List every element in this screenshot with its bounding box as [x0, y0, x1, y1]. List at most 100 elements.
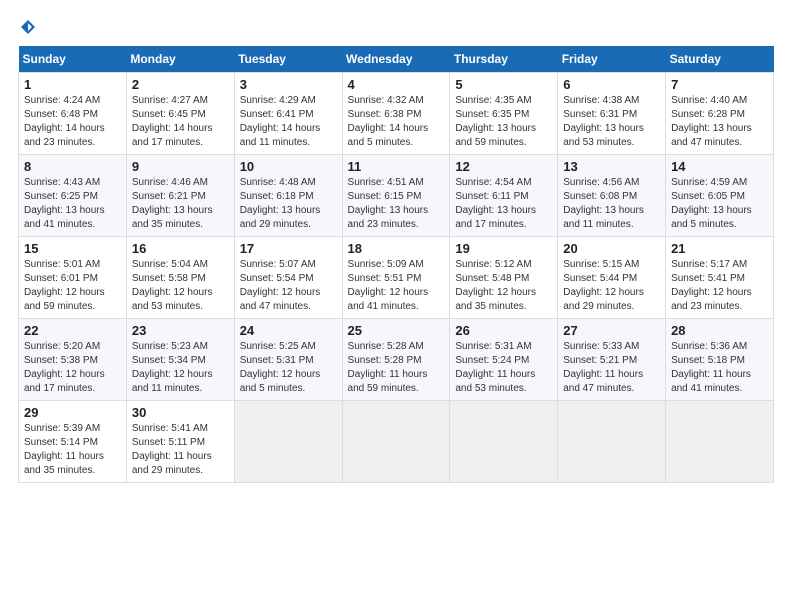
day-number: 19: [455, 241, 552, 256]
calendar-table: Sunday Monday Tuesday Wednesday Thursday…: [18, 46, 774, 483]
day-detail: Sunrise: 4:46 AM Sunset: 6:21 PM Dayligh…: [132, 176, 229, 232]
day-cell-2: 2 Sunrise: 4:27 AM Sunset: 6:45 PM Daylig…: [126, 73, 234, 155]
day-number: 24: [240, 323, 337, 338]
header: [18, 18, 774, 36]
day-detail: Sunrise: 5:23 AM Sunset: 5:34 PM Dayligh…: [132, 340, 229, 396]
day-detail: Sunrise: 5:07 AM Sunset: 5:54 PM Dayligh…: [240, 258, 337, 314]
day-number: 18: [348, 241, 445, 256]
day-detail: Sunrise: 4:32 AM Sunset: 6:38 PM Dayligh…: [348, 94, 445, 150]
day-number: 4: [348, 77, 445, 92]
day-detail: Sunrise: 4:43 AM Sunset: 6:25 PM Dayligh…: [24, 176, 121, 232]
day-number: 5: [455, 77, 552, 92]
day-number: 13: [563, 159, 660, 174]
day-cell-14: 14 Sunrise: 4:59 AM Sunset: 6:05 PM Dayli…: [666, 155, 774, 237]
logo-text: [18, 18, 38, 36]
day-cell-12: 12 Sunrise: 4:54 AM Sunset: 6:11 PM Dayli…: [450, 155, 558, 237]
calendar-row-3: 22Sunrise: 5:20 AM Sunset: 5:38 PM Dayli…: [19, 319, 774, 401]
page: Sunday Monday Tuesday Wednesday Thursday…: [0, 0, 792, 612]
logo: [18, 18, 38, 36]
day-detail: Sunrise: 5:09 AM Sunset: 5:51 PM Dayligh…: [348, 258, 445, 314]
header-row: Sunday Monday Tuesday Wednesday Thursday…: [19, 46, 774, 73]
day-detail: Sunrise: 4:35 AM Sunset: 6:35 PM Dayligh…: [455, 94, 552, 150]
day-detail: Sunrise: 4:54 AM Sunset: 6:11 PM Dayligh…: [455, 176, 552, 232]
day-cell-30: 30 Sunrise: 5:41 AM Sunset: 5:11 PM Dayli…: [126, 401, 234, 483]
day-detail: Sunrise: 5:04 AM Sunset: 5:58 PM Dayligh…: [132, 258, 229, 314]
day-cell-8: 8 Sunrise: 4:43 AM Sunset: 6:25 PM Daylig…: [19, 155, 127, 237]
day-cell-22: 22Sunrise: 5:20 AM Sunset: 5:38 PM Dayli…: [19, 319, 127, 401]
empty-cell: [234, 401, 342, 483]
day-number: 9: [132, 159, 229, 174]
col-saturday: Saturday: [666, 46, 774, 73]
day-cell-26: 26 Sunrise: 5:31 AM Sunset: 5:24 PM Dayli…: [450, 319, 558, 401]
day-detail: Sunrise: 5:31 AM Sunset: 5:24 PM Dayligh…: [455, 340, 552, 396]
calendar-row-2: 15 Sunrise: 5:01 AM Sunset: 6:01 PM Dayli…: [19, 237, 774, 319]
day-cell-29: 29 Sunrise: 5:39 AM Sunset: 5:14 PM Dayli…: [19, 401, 127, 483]
day-number: 29: [24, 405, 121, 420]
day-number: 25: [348, 323, 445, 338]
day-number: 14: [671, 159, 768, 174]
day-cell-5: 5 Sunrise: 4:35 AM Sunset: 6:35 PM Daylig…: [450, 73, 558, 155]
day-number: 22: [24, 323, 121, 338]
calendar-row-0: 1Sunrise: 4:24 AM Sunset: 6:48 PM Daylig…: [19, 73, 774, 155]
day-number: 15: [24, 241, 121, 256]
day-detail: Sunrise: 4:56 AM Sunset: 6:08 PM Dayligh…: [563, 176, 660, 232]
day-number: 10: [240, 159, 337, 174]
day-detail: Sunrise: 4:27 AM Sunset: 6:45 PM Dayligh…: [132, 94, 229, 150]
day-number: 30: [132, 405, 229, 420]
day-detail: Sunrise: 4:48 AM Sunset: 6:18 PM Dayligh…: [240, 176, 337, 232]
day-cell-25: 25 Sunrise: 5:28 AM Sunset: 5:28 PM Dayli…: [342, 319, 450, 401]
day-cell-23: 23 Sunrise: 5:23 AM Sunset: 5:34 PM Dayli…: [126, 319, 234, 401]
col-tuesday: Tuesday: [234, 46, 342, 73]
day-cell-11: 11 Sunrise: 4:51 AM Sunset: 6:15 PM Dayli…: [342, 155, 450, 237]
day-detail: Sunrise: 5:41 AM Sunset: 5:11 PM Dayligh…: [132, 422, 229, 478]
col-friday: Friday: [558, 46, 666, 73]
calendar-row-1: 8 Sunrise: 4:43 AM Sunset: 6:25 PM Daylig…: [19, 155, 774, 237]
day-detail: Sunrise: 5:25 AM Sunset: 5:31 PM Dayligh…: [240, 340, 337, 396]
calendar-row-4: 29 Sunrise: 5:39 AM Sunset: 5:14 PM Dayli…: [19, 401, 774, 483]
col-wednesday: Wednesday: [342, 46, 450, 73]
day-cell-27: 27 Sunrise: 5:33 AM Sunset: 5:21 PM Dayli…: [558, 319, 666, 401]
empty-cell: [450, 401, 558, 483]
day-detail: Sunrise: 5:15 AM Sunset: 5:44 PM Dayligh…: [563, 258, 660, 314]
day-cell-18: 18 Sunrise: 5:09 AM Sunset: 5:51 PM Dayli…: [342, 237, 450, 319]
day-detail: Sunrise: 4:38 AM Sunset: 6:31 PM Dayligh…: [563, 94, 660, 150]
day-number: 26: [455, 323, 552, 338]
day-number: 8: [24, 159, 121, 174]
day-number: 6: [563, 77, 660, 92]
day-cell-28: 28Sunrise: 5:36 AM Sunset: 5:18 PM Dayli…: [666, 319, 774, 401]
day-detail: Sunrise: 5:17 AM Sunset: 5:41 PM Dayligh…: [671, 258, 768, 314]
day-detail: Sunrise: 4:51 AM Sunset: 6:15 PM Dayligh…: [348, 176, 445, 232]
day-cell-13: 13 Sunrise: 4:56 AM Sunset: 6:08 PM Dayli…: [558, 155, 666, 237]
empty-cell: [666, 401, 774, 483]
day-detail: Sunrise: 5:28 AM Sunset: 5:28 PM Dayligh…: [348, 340, 445, 396]
day-number: 7: [671, 77, 768, 92]
day-number: 21: [671, 241, 768, 256]
col-monday: Monday: [126, 46, 234, 73]
day-detail: Sunrise: 5:01 AM Sunset: 6:01 PM Dayligh…: [24, 258, 121, 314]
day-detail: Sunrise: 5:33 AM Sunset: 5:21 PM Dayligh…: [563, 340, 660, 396]
day-detail: Sunrise: 4:59 AM Sunset: 6:05 PM Dayligh…: [671, 176, 768, 232]
day-number: 17: [240, 241, 337, 256]
day-cell-16: 16 Sunrise: 5:04 AM Sunset: 5:58 PM Dayli…: [126, 237, 234, 319]
day-number: 27: [563, 323, 660, 338]
day-cell-6: 6 Sunrise: 4:38 AM Sunset: 6:31 PM Daylig…: [558, 73, 666, 155]
day-cell-7: 7Sunrise: 4:40 AM Sunset: 6:28 PM Daylig…: [666, 73, 774, 155]
day-detail: Sunrise: 5:39 AM Sunset: 5:14 PM Dayligh…: [24, 422, 121, 478]
day-cell-15: 15 Sunrise: 5:01 AM Sunset: 6:01 PM Dayli…: [19, 237, 127, 319]
day-number: 12: [455, 159, 552, 174]
logo-icon: [19, 18, 37, 36]
day-cell-21: 21 Sunrise: 5:17 AM Sunset: 5:41 PM Dayli…: [666, 237, 774, 319]
day-cell-3: 3Sunrise: 4:29 AM Sunset: 6:41 PM Daylig…: [234, 73, 342, 155]
day-number: 20: [563, 241, 660, 256]
day-detail: Sunrise: 5:12 AM Sunset: 5:48 PM Dayligh…: [455, 258, 552, 314]
day-cell-20: 20 Sunrise: 5:15 AM Sunset: 5:44 PM Dayli…: [558, 237, 666, 319]
day-cell-4: 4 Sunrise: 4:32 AM Sunset: 6:38 PM Daylig…: [342, 73, 450, 155]
day-number: 2: [132, 77, 229, 92]
day-number: 1: [24, 77, 121, 92]
day-number: 16: [132, 241, 229, 256]
day-detail: Sunrise: 5:36 AM Sunset: 5:18 PM Dayligh…: [671, 340, 768, 396]
day-cell-19: 19 Sunrise: 5:12 AM Sunset: 5:48 PM Dayli…: [450, 237, 558, 319]
day-number: 11: [348, 159, 445, 174]
empty-cell: [558, 401, 666, 483]
day-number: 23: [132, 323, 229, 338]
